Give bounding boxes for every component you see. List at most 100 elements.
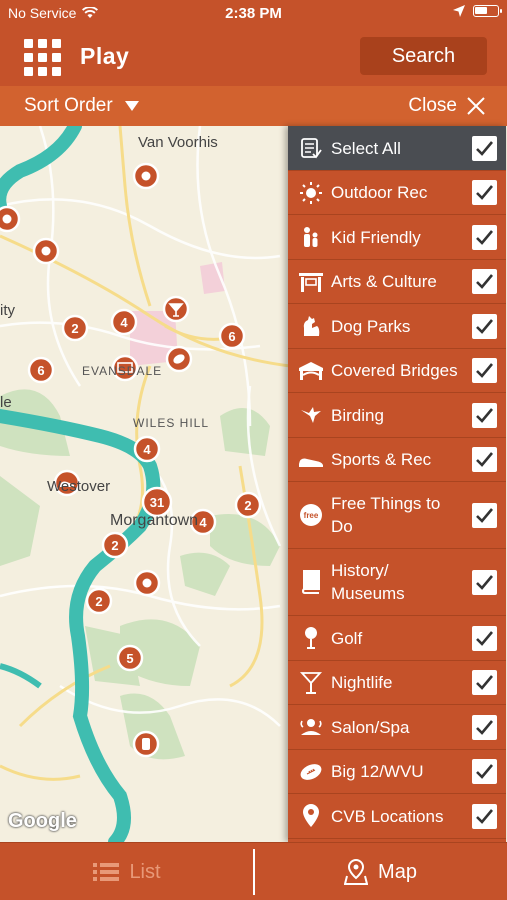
map-label-le: le: [0, 394, 12, 411]
filter-checkbox[interactable]: [472, 625, 497, 651]
list-icon: [93, 863, 120, 881]
close-icon: [467, 97, 485, 115]
filter-label: Dog Parks: [331, 316, 411, 336]
checklist-icon: [298, 135, 324, 161]
filter-label: Nightlife: [331, 673, 393, 692]
app-header: Play Search: [0, 28, 507, 86]
filter-label: Select All: [331, 138, 401, 158]
filter-label: Outdoor Rec: [331, 183, 428, 202]
svg-text:free: free: [304, 511, 319, 520]
filter-checkbox[interactable]: [472, 803, 497, 829]
tab-list[interactable]: List: [0, 843, 254, 900]
filter-label: Arts & Culture: [331, 272, 437, 291]
football-icon: [298, 759, 324, 785]
tab-list-label: List: [129, 860, 161, 883]
status-bar: No Service 2:38 PM: [0, 0, 507, 28]
map-pin-icon: [344, 859, 369, 885]
caret-down-icon: [124, 101, 139, 111]
filter-item[interactable]: Covered Bridges: [288, 349, 506, 393]
filter-checkbox[interactable]: [472, 569, 497, 595]
cluster-marker[interactable]: 4: [133, 435, 161, 463]
sort-order-dropdown[interactable]: Sort Order: [24, 95, 139, 117]
filter-checkbox[interactable]: [472, 313, 497, 339]
bottom-tab-bar: List Map: [0, 842, 507, 900]
status-right: [453, 5, 502, 17]
filter-checkbox[interactable]: [472, 759, 497, 784]
filter-checkbox[interactable]: [472, 180, 497, 205]
filter-label: Free Things to Do: [331, 494, 441, 536]
map-label-evansdale: EVANSDALE: [82, 364, 163, 378]
dog-icon: [298, 313, 324, 339]
cluster-count: 4: [120, 315, 128, 330]
filter-checkbox[interactable]: [472, 135, 497, 161]
close-label: Close: [408, 95, 457, 116]
filter-item[interactable]: Birding: [288, 393, 506, 438]
map-label-van-voorhis: Van Voorhis: [138, 134, 218, 151]
theater-icon: [298, 269, 324, 295]
filter-item[interactable]: Sports & Rec: [288, 438, 506, 482]
filter-label: Salon/Spa: [331, 717, 410, 737]
map-label-westover: Westover: [47, 478, 111, 495]
filter-select-all[interactable]: Select All: [288, 126, 506, 171]
cluster-marker[interactable]: 2: [61, 314, 89, 342]
cluster-count: 4: [199, 515, 207, 530]
cocktail-icon: [298, 670, 324, 696]
filter-label: Covered Bridges: [331, 361, 458, 380]
tab-map-label: Map: [378, 860, 417, 883]
filter-item[interactable]: Nightlife: [288, 661, 506, 705]
filter-item[interactable]: Outdoor Rec: [288, 171, 506, 215]
grid-menu-icon[interactable]: [24, 39, 61, 76]
filter-checkbox[interactable]: [472, 447, 497, 472]
cluster-count: 2: [95, 594, 102, 609]
bird-icon: [298, 402, 324, 428]
filter-label: Sports & Rec: [331, 450, 432, 469]
filter-item[interactable]: Kid Friendly: [288, 215, 506, 260]
spa-icon: [298, 714, 324, 740]
filter-checkbox[interactable]: [472, 269, 497, 294]
cluster-marker[interactable]: 4: [110, 308, 138, 336]
filter-checkbox[interactable]: [472, 502, 497, 528]
filter-label: Big 12/WVU: [331, 762, 424, 781]
filter-checkbox[interactable]: [472, 402, 497, 428]
cluster-count: 6: [37, 363, 44, 378]
filter-checkbox[interactable]: [472, 358, 497, 383]
filter-item[interactable]: Arts & Culture: [288, 260, 506, 304]
filter-checkbox[interactable]: [472, 224, 497, 250]
google-logo: Google: [8, 810, 77, 832]
close-filter-button[interactable]: Close: [408, 95, 485, 117]
map-pin-icon: [298, 803, 324, 829]
cluster-marker[interactable]: 2: [85, 587, 113, 615]
filter-checkbox[interactable]: [472, 670, 497, 695]
filter-label: Kid Friendly: [331, 227, 421, 247]
filter-item[interactable]: Big 12/WVU: [288, 750, 506, 794]
category-filter-panel: Select All Outdoor Rec Kid Friendly Arts & …: [288, 126, 506, 842]
filter-label: Golf: [331, 628, 363, 648]
cluster-marker[interactable]: 6: [218, 322, 246, 350]
filter-label: History/ Museums: [331, 561, 405, 603]
cluster-marker[interactable]: 2: [101, 531, 129, 559]
location-arrow-icon: [453, 5, 465, 17]
filter-item[interactable]: Dog Parks: [288, 304, 506, 349]
tab-map[interactable]: Map: [254, 843, 507, 900]
golf-icon: [298, 625, 324, 651]
cluster-count: 2: [244, 498, 251, 513]
cluster-marker[interactable]: 6: [27, 356, 55, 384]
free-badge-icon: free: [298, 502, 324, 528]
filter-item[interactable]: Salon/Spa: [288, 705, 506, 750]
map-label-morgantown: Morgantown: [110, 512, 199, 529]
filter-label: CVB Locations: [331, 806, 444, 826]
family-icon: [298, 224, 324, 250]
cluster-count: 31: [150, 495, 164, 510]
cluster-marker[interactable]: 5: [116, 644, 144, 672]
filter-item[interactable]: free Free Things to Do: [288, 482, 506, 549]
filter-label: Birding: [331, 405, 384, 425]
cluster-marker[interactable]: 2: [234, 491, 262, 519]
sun-icon: [298, 180, 324, 206]
search-button[interactable]: Search: [360, 37, 487, 75]
cluster-count: 2: [71, 321, 78, 336]
filter-item[interactable]: History/ Museums: [288, 549, 506, 616]
filter-item[interactable]: CVB Locations: [288, 794, 506, 839]
filter-item[interactable]: Golf: [288, 616, 506, 661]
filter-checkbox[interactable]: [472, 714, 497, 740]
battery-icon: [473, 5, 502, 17]
